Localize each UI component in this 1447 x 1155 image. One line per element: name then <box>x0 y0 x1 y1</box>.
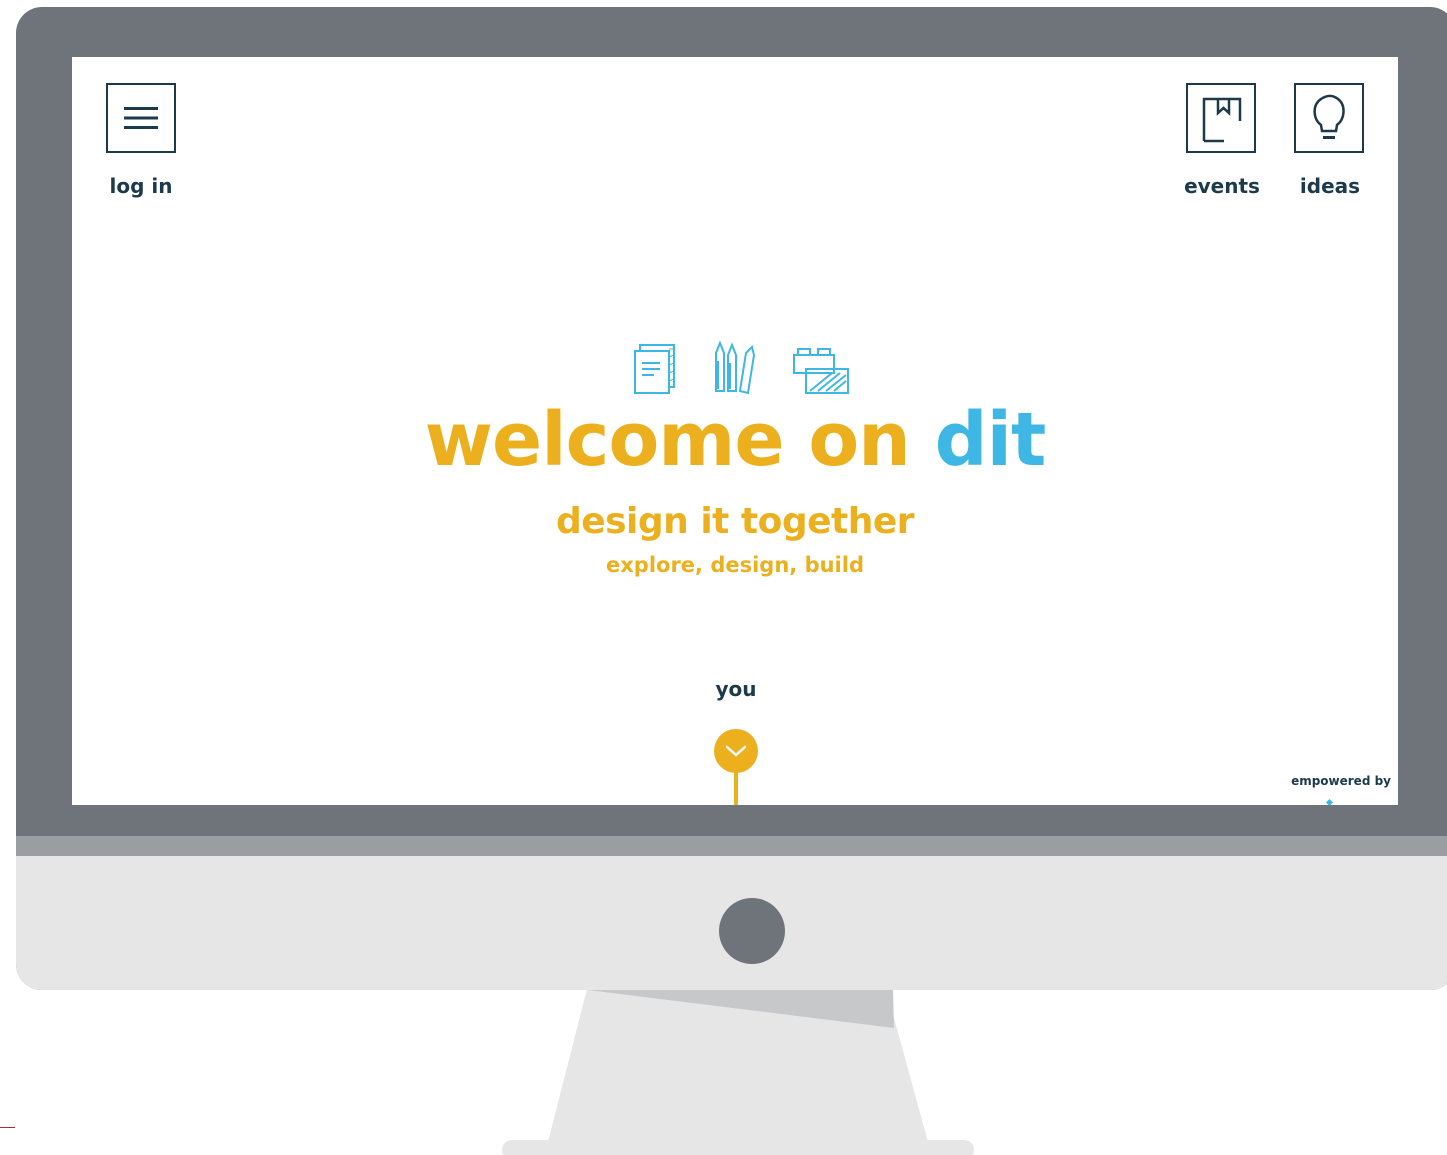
empowered-by-label: empowered by <box>1291 774 1391 788</box>
corner-mark <box>0 1127 15 1128</box>
lightbulb-icon <box>1313 94 1345 139</box>
login-button[interactable] <box>106 83 176 153</box>
hero-tagline: explore, design, build <box>606 553 864 577</box>
hero-title: welcome on dit <box>72 403 1398 477</box>
hero-icon-row <box>632 340 852 397</box>
events-label[interactable]: events <box>1172 174 1272 198</box>
hero-subtitle: design it together <box>555 501 915 542</box>
monitor-logo <box>719 898 785 964</box>
chevron-down-icon <box>725 745 747 757</box>
events-button[interactable] <box>1186 83 1256 153</box>
ideas-label[interactable]: ideas <box>1280 174 1380 198</box>
hero-title-main: welcome on <box>424 397 935 483</box>
hamburger-menu-icon <box>124 107 158 129</box>
pencils-icon <box>715 340 756 395</box>
scroll-line <box>734 771 738 805</box>
ideas-button[interactable] <box>1294 83 1364 153</box>
notepad-icon <box>634 344 675 394</box>
monitor-bezel-band <box>16 836 1447 856</box>
building-blocks-icon <box>793 348 849 394</box>
partner-logo[interactable] <box>1325 798 1334 805</box>
scroll-label: you <box>715 677 757 701</box>
bookmark-board-icon <box>1202 97 1242 143</box>
hero-icons-graphic <box>634 340 849 395</box>
hero-title-brand: dit <box>934 397 1047 483</box>
login-label[interactable]: log in <box>91 174 191 198</box>
website-screen: log in events ideas welcome on dit desig… <box>72 57 1398 805</box>
scroll-down-button[interactable] <box>714 729 758 773</box>
device-mockup: log in events ideas welcome on dit desig… <box>0 0 1447 1155</box>
